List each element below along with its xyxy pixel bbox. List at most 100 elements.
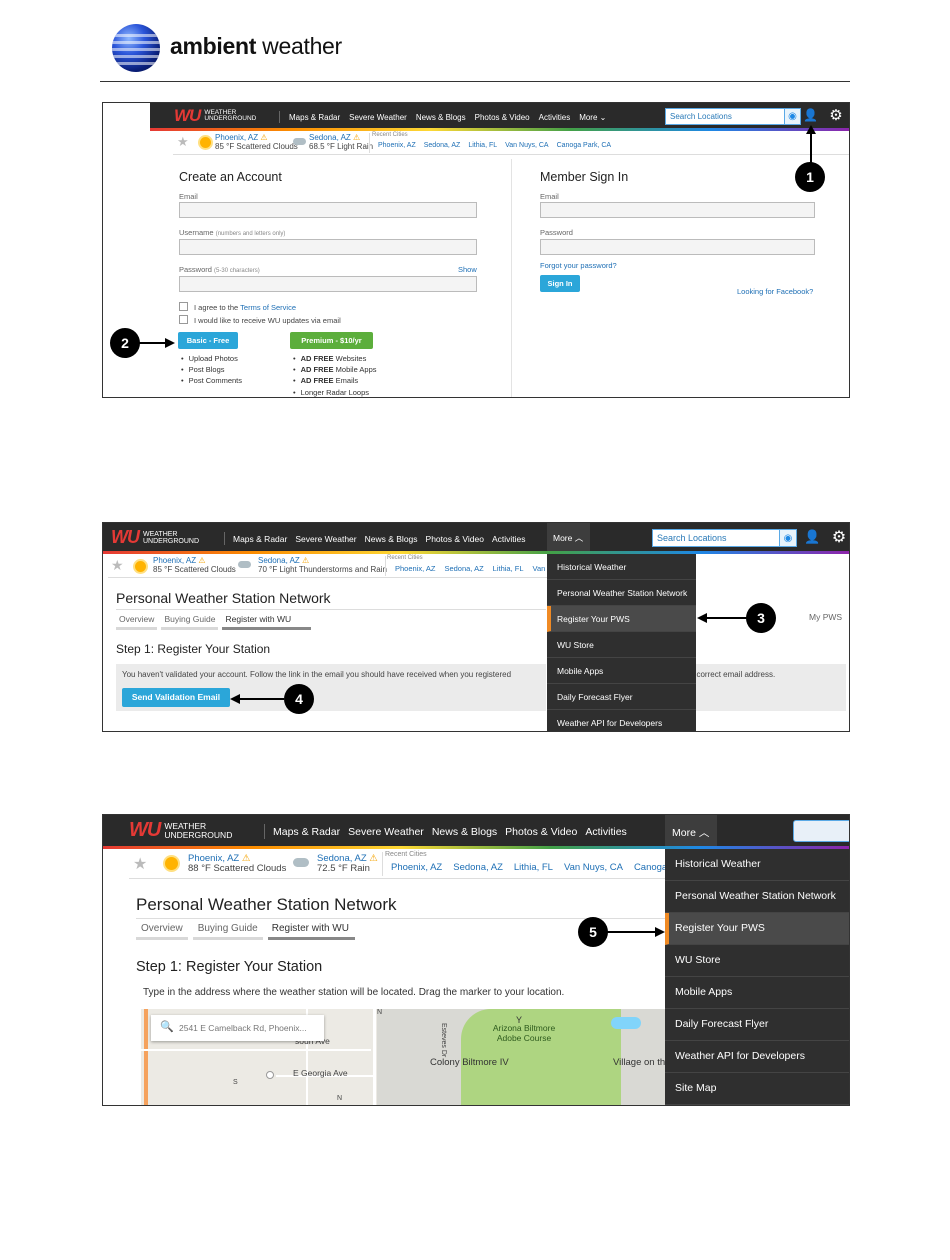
search-input[interactable]: Search Locations ◉ [665,108,801,125]
premium-button[interactable]: Premium - $10/yr [290,332,373,349]
facebook-link[interactable]: Looking for Facebook? [737,287,813,296]
favorite-star-icon[interactable]: ★ [133,854,147,874]
menu-site-map[interactable]: Site Map [665,1073,849,1105]
nav-news-blogs[interactable]: News & Blogs [416,113,466,122]
nav-links: Maps & Radar Severe Weather News & Blogs… [224,532,526,545]
nav-severe-weather[interactable]: Severe Weather [348,826,424,838]
favorite-star-icon[interactable]: ★ [177,134,189,150]
tab-buying-guide[interactable]: Buying Guide [192,921,263,940]
nav-maps-radar[interactable]: Maps & Radar [233,534,287,544]
updates-checkbox[interactable] [179,315,188,324]
recent-city[interactable]: Phoenix, AZ [378,142,416,149]
menu-mobile-apps[interactable]: Mobile Apps [547,658,696,684]
menu-weather-api[interactable]: Weather API for Developers [547,710,696,731]
menu-register-your-pws[interactable]: Register Your PWS [665,913,849,945]
weather-sedona[interactable]: Sedona, AZ ⚠ 72.5 °F Rain [317,853,378,875]
callout-arrow-line [810,130,812,164]
menu-historical-weather[interactable]: Historical Weather [547,554,696,580]
nav-maps-radar[interactable]: Maps & Radar [273,826,340,838]
show-password-link[interactable]: Show [458,265,477,274]
sign-in-button[interactable]: Sign In [540,275,580,292]
recent-city[interactable]: Phoenix, AZ [391,862,442,873]
ambient-weather-wordmark: ambient weather [170,33,342,59]
nav-news-blogs[interactable]: News & Blogs [365,534,418,544]
wu-logo[interactable]: WU WEATHER UNDERGROUND [129,819,232,842]
recent-city[interactable]: Sedona, AZ [453,862,503,873]
map-label: S [233,1079,238,1086]
recent-city[interactable]: Van Nuys, CA [505,142,548,149]
nav-more-open[interactable]: More ︿ [665,815,717,849]
nav-more[interactable]: More ⌄ [579,113,606,122]
weather-phoenix[interactable]: Phoenix, AZ ⚠ 88 °F Scattered Clouds [188,853,286,875]
nav-activities[interactable]: Activities [585,826,626,838]
nav-activities[interactable]: Activities [539,113,571,122]
nav-severe-weather[interactable]: Severe Weather [295,534,356,544]
menu-pws-network[interactable]: Personal Weather Station Network [665,881,849,913]
nav-photos-video[interactable]: Photos & Video [426,534,484,544]
wu-logo[interactable]: WU WEATHER UNDERGROUND [111,527,199,548]
nav-severe-weather[interactable]: Severe Weather [349,113,407,122]
menu-mobile-apps[interactable]: Mobile Apps [665,977,849,1009]
recent-city[interactable]: Van Nuys, CA [564,862,623,873]
nav-more-open[interactable]: More ︿ [547,523,590,554]
recent-city[interactable]: Lithia, FL [514,862,553,873]
recent-city[interactable]: Lithia, FL [493,564,524,573]
username-field[interactable] [179,239,477,255]
terms-label: I agree to the Terms of Service [194,303,297,312]
screenshot-create-account: WU WEATHER UNDERGROUND Maps & Radar Sever… [102,102,850,398]
feature-item: AD FREE Emails [293,375,377,386]
tab-my-pws[interactable]: My PWS [809,612,842,622]
basic-free-button[interactable]: Basic - Free [178,332,238,349]
map-search-input[interactable]: 🔍 2541 E Camelback Rd, Phoenix... [151,1015,324,1041]
terms-checkbox[interactable] [179,302,188,311]
recent-city[interactable]: Sedona, AZ [444,564,483,573]
weather-sedona[interactable]: Sedona, AZ ⚠ 68.5 °F Light Rain [309,133,373,152]
nav-photos-video[interactable]: Photos & Video [505,826,577,838]
arrow-head-icon [655,927,665,937]
weather-phoenix[interactable]: Phoenix, AZ ⚠ 85 °F Scattered Clouds [153,556,236,575]
search-input[interactable] [793,820,849,842]
tab-overview[interactable]: Overview [136,921,188,940]
menu-pws-network[interactable]: Personal Weather Station Network [547,580,696,606]
location-map[interactable]: Y souri Ave E Georgia Ave Arizona Biltmo… [141,1009,665,1105]
search-input[interactable]: Search Locations ◉ [652,529,797,547]
menu-daily-forecast-flyer[interactable]: Daily Forecast Flyer [665,1009,849,1041]
menu-historical-weather[interactable]: Historical Weather [665,849,849,881]
sun-icon [165,857,178,870]
user-icon[interactable]: 👤 [803,108,818,122]
menu-register-your-pws[interactable]: Register Your PWS [547,606,696,632]
tab-overview[interactable]: Overview [116,612,158,630]
locate-icon[interactable]: ◉ [784,109,800,124]
send-validation-email-button[interactable]: Send Validation Email [122,688,230,707]
menu-wu-store[interactable]: WU Store [547,632,696,658]
gear-icon[interactable]: ⚙ [830,527,848,547]
tab-register-with-wu[interactable]: Register with WU [222,612,312,630]
recent-city[interactable]: Sedona, AZ [424,142,461,149]
tab-buying-guide[interactable]: Buying Guide [161,612,219,630]
menu-daily-forecast-flyer[interactable]: Daily Forecast Flyer [547,684,696,710]
menu-weather-api[interactable]: Weather API for Developers [665,1041,849,1073]
forgot-password-link[interactable]: Forgot your password? [540,261,617,270]
menu-wu-store[interactable]: WU Store [665,945,849,977]
gear-icon[interactable]: ⚙ [828,106,844,124]
user-icon[interactable]: 👤 [804,529,820,545]
recent-city[interactable]: Canoga Park, CA [557,142,611,149]
locate-icon[interactable]: ◉ [779,530,796,546]
nav-maps-radar[interactable]: Maps & Radar [289,113,340,122]
nav-activities[interactable]: Activities [492,534,526,544]
terms-link[interactable]: Terms of Service [240,303,296,312]
tab-register-with-wu[interactable]: Register with WU [267,921,355,940]
nav-news-blogs[interactable]: News & Blogs [432,826,497,838]
password-field[interactable] [179,276,477,292]
email-field[interactable] [179,202,477,218]
favorite-star-icon[interactable]: ★ [111,557,124,574]
recent-city[interactable]: Phoenix, AZ [395,564,435,573]
weather-phoenix[interactable]: Phoenix, AZ ⚠ 85 °F Scattered Clouds [215,133,298,152]
wu-logo[interactable]: WU WEATHER UNDERGROUND [174,106,256,126]
recent-city[interactable]: Lithia, FL [468,142,497,149]
signin-password-field[interactable] [540,239,815,255]
nav-photos-video[interactable]: Photos & Video [475,113,530,122]
signin-email-field[interactable] [540,202,815,218]
weather-sedona[interactable]: Sedona, AZ ⚠ 70 °F Light Thunderstorms an… [258,556,387,575]
recent-cities: Phoenix, AZ Sedona, AZ Lithia, FL Van N [395,564,553,573]
